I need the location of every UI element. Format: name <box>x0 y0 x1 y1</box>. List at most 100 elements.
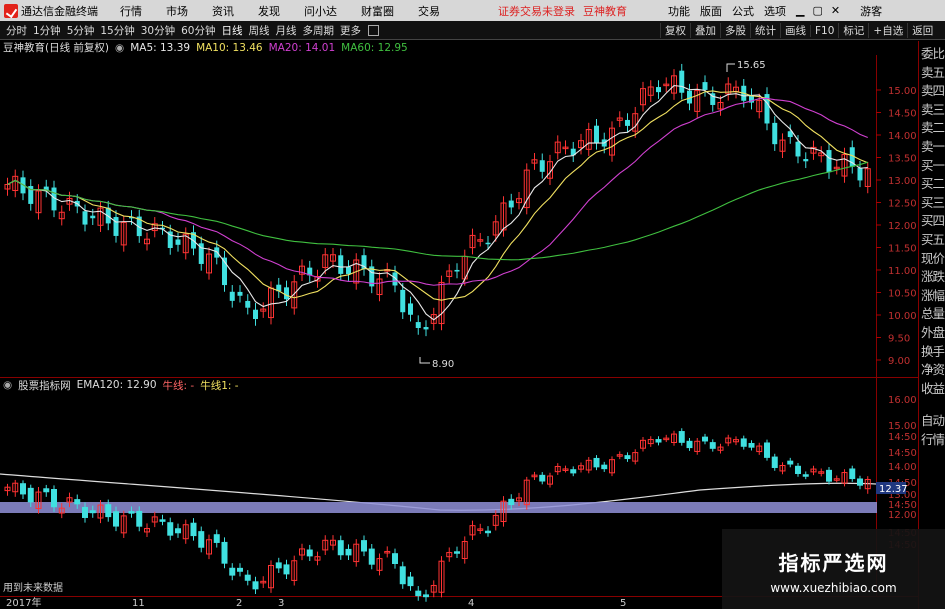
sub-candle-body <box>632 452 639 462</box>
sidebar-item[interactable]: 涨跌 <box>921 266 945 285</box>
menu-hangqing[interactable]: 行情 <box>120 3 142 19</box>
price-tick-label: 11.50 <box>888 244 917 255</box>
sub-candle-body <box>415 590 422 597</box>
tb-f10[interactable]: F10 <box>810 24 838 37</box>
sidebar-item[interactable]: 买二 <box>921 173 945 192</box>
sidebar-item[interactable]: 卖一 <box>921 136 945 155</box>
menu-gongneng[interactable]: 功能 <box>668 3 690 19</box>
sub-candle-body <box>175 528 181 534</box>
period-fenshi[interactable]: 分时 <box>6 23 27 38</box>
menu-zixun[interactable]: 资讯 <box>212 3 234 19</box>
period-daily[interactable]: 日线 <box>222 23 243 38</box>
period-60min[interactable]: 60分钟 <box>181 23 215 38</box>
sidebar-item[interactable]: 外盘 <box>921 322 945 341</box>
sidebar-item[interactable]: 买五 <box>921 229 945 248</box>
sub-tick-label: 15.00 <box>888 421 917 432</box>
sub-candle-body <box>113 511 119 527</box>
candle-body <box>710 93 716 105</box>
candle-body <box>43 186 49 191</box>
sidebar-item[interactable]: 卖四 <box>921 80 945 99</box>
menu-gongshi[interactable]: 公式 <box>732 3 754 19</box>
sub-candle-body <box>771 456 778 468</box>
candle-body <box>594 125 599 143</box>
candle-body <box>492 221 499 236</box>
sidebar-item[interactable]: 卖二 <box>921 117 945 136</box>
candle-body <box>585 129 592 150</box>
tb-diejia[interactable]: 叠加 <box>690 23 720 38</box>
candle-body <box>826 150 832 173</box>
menu-jiaoyi[interactable]: 交易 <box>418 3 440 19</box>
sidebar-item[interactable]: 买三 <box>921 192 945 211</box>
period-15min[interactable]: 15分钟 <box>100 23 134 38</box>
period-1min[interactable]: 1分钟 <box>33 23 61 38</box>
sub-candle-body <box>640 439 646 449</box>
sub-candle-body <box>756 445 763 453</box>
minimize-icon[interactable]: ▁ <box>796 4 804 17</box>
tb-fuquan[interactable]: 复权 <box>660 23 690 38</box>
date-label: 4 <box>468 598 474 609</box>
maximize-icon[interactable]: ▢ <box>812 4 822 17</box>
menu-caifuquan[interactable]: 财富圈 <box>361 3 394 19</box>
menu-shichang[interactable]: 市场 <box>166 3 188 19</box>
sidebar-item[interactable]: 行情 <box>921 429 945 448</box>
tb-fanhui[interactable]: 返回 <box>907 23 937 38</box>
sub-candle-body <box>523 479 530 506</box>
candle-body <box>361 255 367 269</box>
sub-candle-body <box>237 567 243 572</box>
current-price-box <box>876 482 906 494</box>
period-weekly[interactable]: 周线 <box>249 23 270 38</box>
tb-zixuan[interactable]: +自选 <box>868 23 907 38</box>
candle-body <box>485 242 491 245</box>
tb-biaoji[interactable]: 标记 <box>838 23 868 38</box>
settings-icon[interactable]: ◉ <box>3 379 12 391</box>
sidebar-item[interactable]: 买一 <box>921 155 945 174</box>
sidebar-item[interactable]: 收益 <box>921 378 945 397</box>
candle-body <box>229 291 235 301</box>
candle-body <box>129 216 134 219</box>
sidebar-item[interactable]: 自动 <box>921 410 945 429</box>
sidebar-item[interactable]: 买四 <box>921 210 945 229</box>
future-data-label: 用到未来数据 <box>3 581 63 594</box>
sub-candle-body <box>182 524 189 540</box>
tb-huaxian[interactable]: 画线 <box>780 23 810 38</box>
candle-body <box>508 200 514 208</box>
settings-icon[interactable]: ◉ <box>115 42 124 54</box>
menu-xuanxiang[interactable]: 选项 <box>764 3 786 19</box>
guest-label[interactable]: 游客 <box>860 3 882 19</box>
candle-body <box>105 207 111 224</box>
candle-body <box>206 253 212 274</box>
sidebar-item[interactable]: 卖五 <box>921 62 945 81</box>
indicator-name[interactable]: 股票指标网 <box>18 378 71 393</box>
sidebar-item[interactable]: 净资 <box>921 359 945 378</box>
tb-duogu[interactable]: 多股 <box>720 23 750 38</box>
sub-candle-body <box>392 553 398 564</box>
period-monthly[interactable]: 月线 <box>276 23 297 38</box>
menu-wenxiaoda[interactable]: 问小达 <box>304 3 337 19</box>
account-name[interactable]: 豆神教育 <box>583 3 627 19</box>
sidebar-item[interactable]: 现价 <box>921 248 945 267</box>
sub-candle-body <box>547 475 553 485</box>
login-notice[interactable]: 证券交易未登录 <box>498 3 575 19</box>
menu-banmian[interactable]: 版面 <box>700 3 722 19</box>
sidebar-item[interactable]: 换手 <box>921 341 945 360</box>
sidebar-item[interactable]: 涨幅 <box>921 285 945 304</box>
sub-candle-body <box>260 580 267 584</box>
candle-body <box>841 154 848 177</box>
menu-faxian[interactable]: 发现 <box>258 3 280 19</box>
sub-candle-body <box>314 556 321 561</box>
period-5min[interactable]: 5分钟 <box>67 23 95 38</box>
sidebar-item[interactable]: 卖三 <box>921 99 945 118</box>
sub-axis: 16.0015.0014:5014:5014.0014:5013.0014:50… <box>876 395 917 551</box>
close-icon[interactable]: ✕ <box>831 4 840 17</box>
period-multi[interactable]: 多周期 <box>303 23 335 38</box>
sidebar-item[interactable]: 委比 <box>921 43 945 62</box>
candle-body <box>314 276 321 282</box>
toolbar-right: 复权 叠加 多股 统计 画线 F10 标记 +自选 返回 <box>660 21 937 40</box>
sub-candle-body <box>283 564 290 575</box>
sidebar-item[interactable]: 总量 <box>921 303 945 322</box>
period-30min[interactable]: 30分钟 <box>141 23 175 38</box>
candle-body <box>523 169 530 209</box>
period-more[interactable]: 更多 <box>340 23 361 38</box>
tb-tongji[interactable]: 统计 <box>750 23 780 38</box>
grid-icon[interactable] <box>368 24 379 36</box>
